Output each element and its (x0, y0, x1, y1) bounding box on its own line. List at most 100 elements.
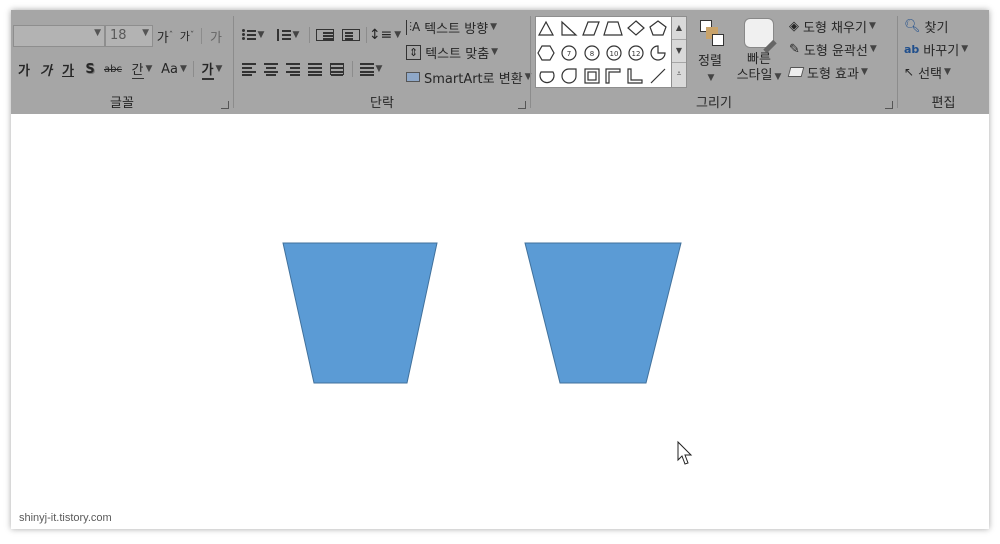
character-spacing-button[interactable]: 간 ▼ (126, 58, 158, 80)
slide-canvas[interactable]: shinyj-it.tistory.com (11, 114, 989, 529)
quick-styles-button[interactable]: 빠른 스타일 ▼ (731, 18, 787, 85)
arrange-button[interactable]: 정렬 ▼ (691, 18, 729, 86)
diamond-shape-icon[interactable] (627, 20, 645, 36)
line-spacing-button[interactable]: ↕≡ ▼ (368, 24, 401, 46)
chevron-down-icon: ▼ (145, 64, 153, 74)
drawing-group-label: 그리기 (696, 96, 732, 111)
align-text-icon: ⇕ (406, 44, 422, 60)
find-label: 찾기 (924, 20, 949, 36)
font-size-combo[interactable]: 18 ▼ (105, 25, 153, 47)
shape-effects-button[interactable]: 도형 효과 ▼ (787, 62, 868, 82)
right-triangle-shape-icon[interactable] (561, 20, 578, 36)
align-left-icon (242, 63, 256, 76)
strikethrough-icon: abc (104, 63, 122, 75)
strikethrough-button[interactable]: abc (102, 58, 124, 80)
align-center-button[interactable] (261, 58, 281, 80)
bold-button[interactable]: 가 (14, 58, 34, 80)
parallelogram-shape-icon[interactable] (582, 21, 600, 36)
shape-outline-button[interactable]: ✎ 도형 윤곽선 ▼ (789, 39, 877, 59)
shapes-gallery-svg: 7 8 10 12 (537, 20, 667, 84)
align-right-button[interactable] (283, 58, 303, 80)
font-size-value: 18 (110, 28, 127, 43)
increase-indent-icon (342, 29, 360, 41)
columns-button[interactable]: ▼ (356, 58, 386, 80)
separator (201, 28, 202, 44)
shrink-font-button[interactable]: 가ˇ (178, 25, 196, 47)
chevron-down-icon: ▼ (869, 44, 877, 54)
font-group: ▼ 18 ▼ 가ˆ 가ˇ 가 가 가 가 S abc 간 ▼ Aa ▼ 가 ▼ … (11, 10, 233, 114)
convert-smartart-label: SmartArt로 변환 (424, 71, 523, 87)
align-text-button[interactable]: ⇕ 텍스트 맞춤 ▼ (406, 41, 498, 63)
font-name-combo[interactable]: ▼ (13, 25, 105, 47)
italic-button[interactable]: 가 (36, 58, 56, 80)
underline-icon: 가 (62, 63, 74, 79)
grow-font-button[interactable]: 가ˆ (156, 25, 174, 47)
distributed-button[interactable] (327, 58, 347, 80)
quick-styles-label-1: 빠른 (747, 52, 771, 67)
triangle-shape-icon[interactable] (537, 20, 555, 36)
chevron-down-icon: ▼ (707, 73, 715, 83)
chevron-down-icon: ▼ (142, 28, 149, 38)
ribbon: ▼ 18 ▼ 가ˆ 가ˇ 가 가 가 가 S abc 간 ▼ Aa ▼ 가 ▼ … (11, 10, 989, 114)
text-direction-button[interactable]: ⫶A 텍스트 방향 ▼ (406, 16, 497, 38)
chevron-down-icon: ▼ (868, 21, 876, 31)
chord-shape-icon[interactable] (539, 71, 555, 84)
half-frame-shape-icon[interactable] (605, 68, 621, 84)
align-left-button[interactable] (239, 58, 259, 80)
heptagon-number: 7 (567, 50, 571, 58)
gallery-scroll-down-icon[interactable]: ▼ (672, 40, 686, 63)
select-button[interactable]: ↖ 선택 ▼ (904, 62, 951, 82)
drawing-dialog-launcher-icon[interactable] (885, 101, 893, 109)
replace-icon: ab (904, 42, 920, 56)
clear-formatting-button[interactable]: 가 (205, 25, 227, 47)
chevron-down-icon: ▼ (179, 64, 187, 74)
bullets-button[interactable]: ▼ (237, 24, 269, 46)
separator (193, 61, 194, 77)
convert-smartart-button[interactable]: SmartArt로 변환 ▼ (406, 66, 532, 88)
gallery-more-icon[interactable]: ⩡ (672, 63, 686, 86)
find-button[interactable]: 🔍︎ 찾기 (904, 16, 948, 36)
chevron-down-icon: ▼ (774, 72, 782, 82)
change-case-button[interactable]: Aa ▼ (159, 58, 189, 80)
paragraph-dialog-launcher-icon[interactable] (518, 101, 526, 109)
trapezoid-shape-right[interactable] (524, 242, 682, 384)
font-color-button[interactable]: 가 ▼ (197, 58, 227, 80)
align-center-icon (264, 63, 278, 76)
replace-button[interactable]: ab 바꾸기 ▼ (904, 39, 968, 59)
align-right-icon (286, 63, 300, 76)
trapezoid-shape-left[interactable] (282, 242, 438, 384)
diagonal-stripe-shape-icon[interactable] (650, 68, 666, 84)
shape-effects-icon (787, 67, 805, 77)
decagon-number: 10 (610, 50, 619, 58)
shapes-gallery: 7 8 10 12 (535, 16, 687, 88)
pencil-icon: ✎ (789, 41, 800, 57)
quick-styles-label-2: 스타일 (736, 68, 773, 83)
slide-shapes (282, 242, 693, 465)
character-spacing-icon: 간 (131, 59, 144, 79)
frame-shape-icon[interactable] (584, 68, 600, 84)
increase-indent-button[interactable] (340, 24, 362, 46)
numbered-list-icon (276, 29, 291, 41)
trapezoid-shape-icon[interactable] (603, 21, 623, 36)
l-shape-icon[interactable] (627, 68, 643, 84)
text-shadow-button[interactable]: S (80, 58, 100, 80)
underline-button[interactable]: 가 (58, 58, 78, 80)
teardrop-shape-icon[interactable] (561, 68, 577, 84)
justify-button[interactable] (305, 58, 325, 80)
pentagon-shape-icon[interactable] (649, 20, 667, 36)
chevron-down-icon: ▼ (491, 47, 499, 57)
font-group-label: 글꼴 (110, 96, 134, 111)
line-spacing-icon: ↕≡ (368, 27, 393, 43)
partial-circle-shape-icon[interactable] (650, 45, 666, 61)
chevron-down-icon: ▼ (257, 30, 265, 40)
chevron-down-icon: ▼ (860, 67, 868, 77)
cursor-icon: ↖ (904, 65, 915, 79)
font-dialog-launcher-icon[interactable] (221, 101, 229, 109)
numbering-button[interactable]: ▼ (272, 24, 304, 46)
decrease-indent-button[interactable] (314, 24, 336, 46)
watermark: shinyj-it.tistory.com (19, 512, 112, 524)
shape-fill-button[interactable]: ◈ 도형 채우기 ▼ (789, 16, 876, 36)
hexagon-shape-icon[interactable] (537, 45, 555, 61)
gallery-scroll-up-icon[interactable]: ▲ (672, 17, 686, 40)
separator (366, 27, 367, 43)
